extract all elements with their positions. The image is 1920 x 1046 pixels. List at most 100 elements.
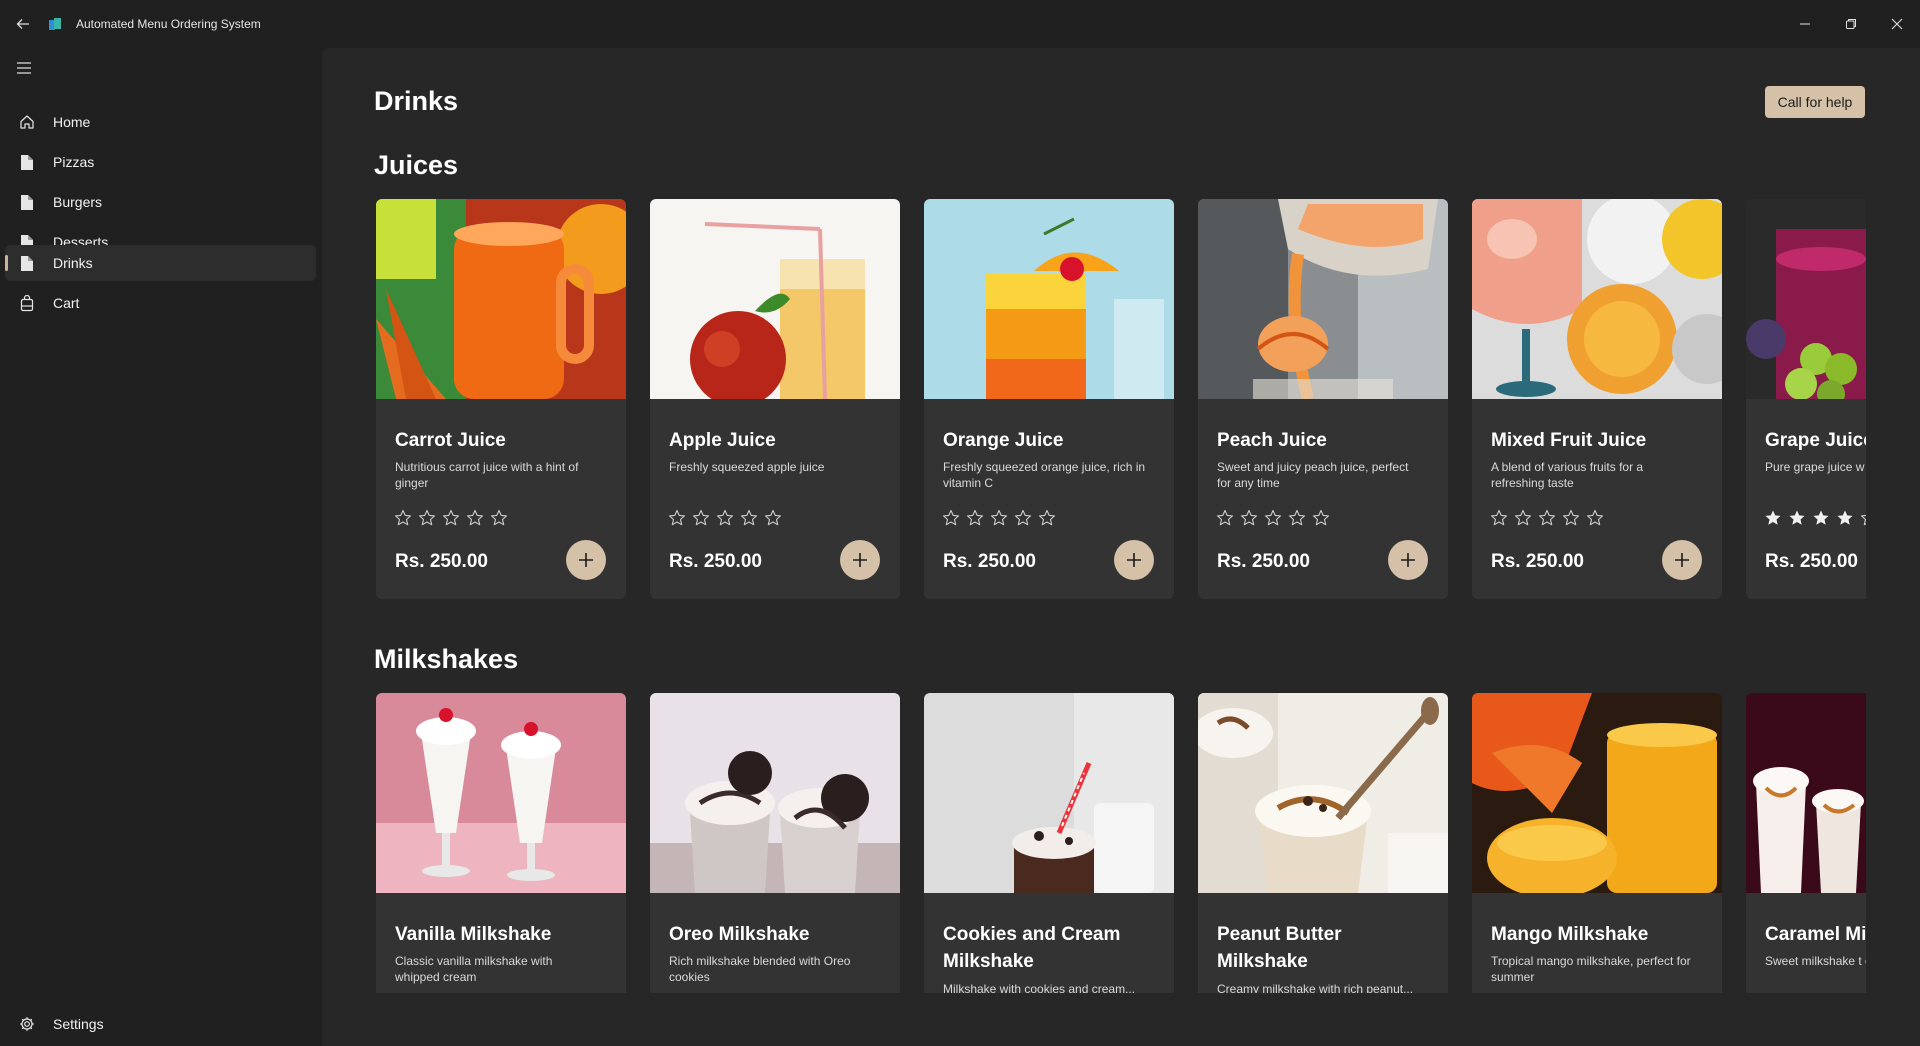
peanut-butter-milkshake-image [1198,693,1448,893]
document-icon [17,253,37,273]
star-outline-icon[interactable] [490,509,508,527]
cart-icon [17,293,37,313]
star-outline-icon[interactable] [1288,509,1306,527]
add-to-cart-button[interactable] [1662,540,1702,580]
product-card[interactable]: Carrot Juice Nutritious carrot juice wit… [376,199,626,599]
plus-icon [1675,553,1689,567]
app-logo-icon [49,18,61,30]
star-outline-icon[interactable] [1562,509,1580,527]
product-card[interactable]: Vanilla Milkshake Classic vanilla milksh… [376,693,626,993]
star-outline-icon[interactable] [716,509,734,527]
star-outline-icon[interactable] [692,509,710,527]
star-outline-icon[interactable] [442,509,460,527]
sidebar-item-cart[interactable]: Cart [5,285,316,321]
star-outline-icon[interactable] [1216,509,1234,527]
product-card[interactable]: Peanut Butter Milkshake Creamy milkshake… [1198,693,1448,993]
product-name: Mixed Fruit Juice [1491,430,1647,451]
main-content: Drinks Call for help Juices Carrot Juice [322,48,1920,1046]
rating-stars[interactable] [1490,509,1604,527]
back-button[interactable] [0,0,46,48]
product-card[interactable]: Caramel Milkshake Sweet milkshake t driz… [1746,693,1866,993]
plus-icon [1127,553,1141,567]
product-card[interactable]: Peach Juice Sweet and juicy peach juice,… [1198,199,1448,599]
product-name: Orange Juice [943,430,1064,451]
product-description: Creamy milkshake with rich peanut... [1217,982,1414,993]
gear-icon [17,1014,37,1034]
product-name: Apple Juice [669,430,776,451]
product-card[interactable]: Oreo Milkshake Rich milkshake blended wi… [650,693,900,993]
star-outline-icon[interactable] [668,509,686,527]
document-icon [17,152,37,172]
star-outline-icon[interactable] [1586,509,1604,527]
star-filled-icon[interactable] [1764,509,1782,527]
star-outline-icon[interactable] [1264,509,1282,527]
product-card[interactable]: Cookies and Cream Milkshake Milkshake wi… [924,693,1174,993]
product-price: Rs. 250.00 [1491,551,1584,572]
star-outline-icon[interactable] [1014,509,1032,527]
star-outline-icon[interactable] [1538,509,1556,527]
cookies-cream-milkshake-image [924,693,1174,893]
sidebar-item-label: Home [53,114,91,130]
add-to-cart-button[interactable] [566,540,606,580]
star-outline-icon[interactable] [764,509,782,527]
product-description: Freshly squeezed apple juice [669,460,825,474]
rating-stars[interactable] [394,509,508,527]
close-button[interactable] [1874,0,1920,48]
star-outline-icon[interactable] [990,509,1008,527]
star-outline-icon[interactable] [1038,509,1056,527]
star-outline-icon[interactable] [1312,509,1330,527]
rating-stars[interactable] [1764,509,1866,527]
caramel-milkshake-image [1746,693,1866,893]
oreo-milkshake-image [650,693,900,893]
star-outline-icon[interactable] [1860,509,1866,527]
navigation-sidebar: Home Pizzas Burgers Desserts Drinks Cart [0,48,322,1046]
home-icon [17,112,37,132]
sidebar-item-settings[interactable]: Settings [5,1006,316,1042]
rating-stars[interactable] [942,509,1056,527]
plus-icon [853,553,867,567]
star-outline-icon[interactable] [966,509,984,527]
sidebar-item-drinks[interactable]: Drinks [5,245,316,281]
product-price: Rs. 250.00 [395,551,488,572]
restore-button[interactable] [1828,0,1874,48]
star-outline-icon[interactable] [466,509,484,527]
star-outline-icon[interactable] [1514,509,1532,527]
star-filled-icon[interactable] [1788,509,1806,527]
star-outline-icon[interactable] [1490,509,1508,527]
peach-juice-image [1198,199,1448,399]
rating-stars[interactable] [1216,509,1330,527]
add-to-cart-button[interactable] [1388,540,1428,580]
star-filled-icon[interactable] [1812,509,1830,527]
rating-stars[interactable] [668,509,782,527]
menu-toggle-button[interactable] [10,54,38,82]
product-card[interactable]: Orange Juice Freshly squeezed orange jui… [924,199,1174,599]
close-icon [1891,18,1903,30]
plus-icon [579,553,593,567]
star-outline-icon[interactable] [1240,509,1258,527]
product-card[interactable]: Mango Milkshake Tropical mango milkshake… [1472,693,1722,993]
window-title: Automated Menu Ordering System [76,17,261,31]
sidebar-item-label: Pizzas [53,154,95,170]
add-to-cart-button[interactable] [1114,540,1154,580]
star-filled-icon[interactable] [1836,509,1854,527]
sidebar-item-pizzas[interactable]: Pizzas [5,144,316,180]
product-description: Pure grape juice w [1765,460,1865,474]
sidebar-item-home[interactable]: Home [5,104,316,140]
call-for-help-button[interactable]: Call for help [1765,86,1865,118]
sidebar-item-label: Drinks [53,255,93,271]
star-outline-icon[interactable] [740,509,758,527]
star-outline-icon[interactable] [418,509,436,527]
restore-icon [1846,19,1856,29]
sidebar-item-label: Cart [53,295,80,311]
star-outline-icon[interactable] [942,509,960,527]
add-to-cart-button[interactable] [840,540,880,580]
product-description: Rich milkshake blended with Oreo cookies [669,954,851,984]
minimize-button[interactable] [1782,0,1828,48]
product-card[interactable]: Mixed Fruit Juice A blend of various fru… [1472,199,1722,599]
product-card[interactable]: Apple Juice Freshly squeezed apple juice… [650,199,900,599]
back-arrow-icon [16,19,29,29]
star-outline-icon[interactable] [394,509,412,527]
sidebar-item-burgers[interactable]: Burgers [5,184,316,220]
product-card[interactable]: Grape Juice Pure grape juice w Rs. 250.0… [1746,199,1866,599]
product-price: Rs. 250.00 [669,551,762,572]
